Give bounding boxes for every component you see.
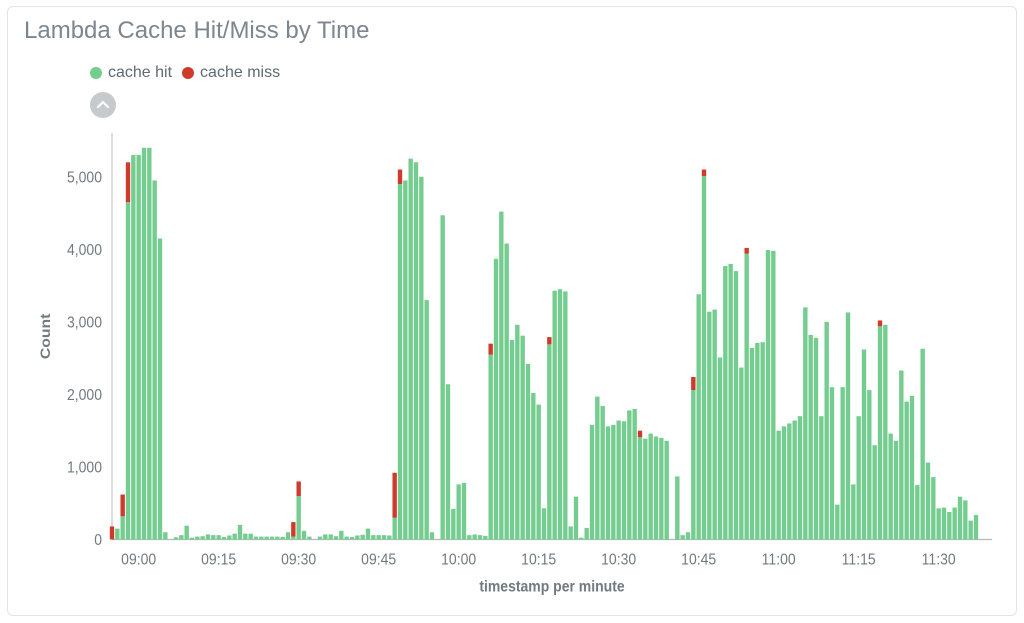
legend-swatch-hit: [90, 67, 102, 79]
svg-text:Count: Count: [38, 313, 54, 359]
legend-label-hit: cache hit: [108, 64, 172, 82]
svg-text:0: 0: [94, 531, 102, 549]
svg-text:11:30: 11:30: [922, 550, 956, 568]
svg-text:09:15: 09:15: [201, 550, 236, 568]
svg-text:10:15: 10:15: [521, 550, 556, 568]
svg-text:09:45: 09:45: [361, 550, 396, 568]
svg-text:10:00: 10:00: [441, 550, 476, 568]
svg-text:3,000: 3,000: [67, 314, 102, 332]
chart-card: Lambda Cache Hit/Miss by Time cache hit …: [7, 6, 1017, 616]
svg-text:1,000: 1,000: [67, 459, 102, 477]
svg-text:5,000: 5,000: [67, 168, 102, 186]
chart-plot-area[interactable]: 0 1,000 2,000 3,000 4,000 5,000 Count 09:00 09:1…: [22, 122, 1002, 607]
svg-text:11:15: 11:15: [842, 550, 876, 568]
chart-title: Lambda Cache Hit/Miss by Time: [22, 17, 1002, 46]
svg-text:09:30: 09:30: [281, 550, 316, 568]
svg-text:4,000: 4,000: [67, 241, 102, 259]
svg-text:timestamp per minute: timestamp per minute: [479, 577, 624, 595]
svg-text:2,000: 2,000: [67, 386, 102, 404]
legend-item-hit[interactable]: cache hit: [90, 64, 172, 82]
legend-item-miss[interactable]: cache miss: [182, 64, 280, 82]
svg-text:10:30: 10:30: [601, 550, 636, 568]
legend-swatch-miss: [182, 67, 194, 79]
chart-svg: 0 1,000 2,000 3,000 4,000 5,000 Count 09:00 09:1…: [22, 122, 1002, 607]
collapse-button[interactable]: [90, 92, 116, 118]
svg-text:11:00: 11:00: [762, 550, 796, 568]
svg-text:10:45: 10:45: [681, 550, 716, 568]
legend-label-miss: cache miss: [200, 64, 280, 82]
chevron-up-icon: [96, 98, 110, 112]
chart-legend: cache hit cache miss: [22, 64, 1002, 82]
svg-text:09:00: 09:00: [121, 550, 156, 568]
